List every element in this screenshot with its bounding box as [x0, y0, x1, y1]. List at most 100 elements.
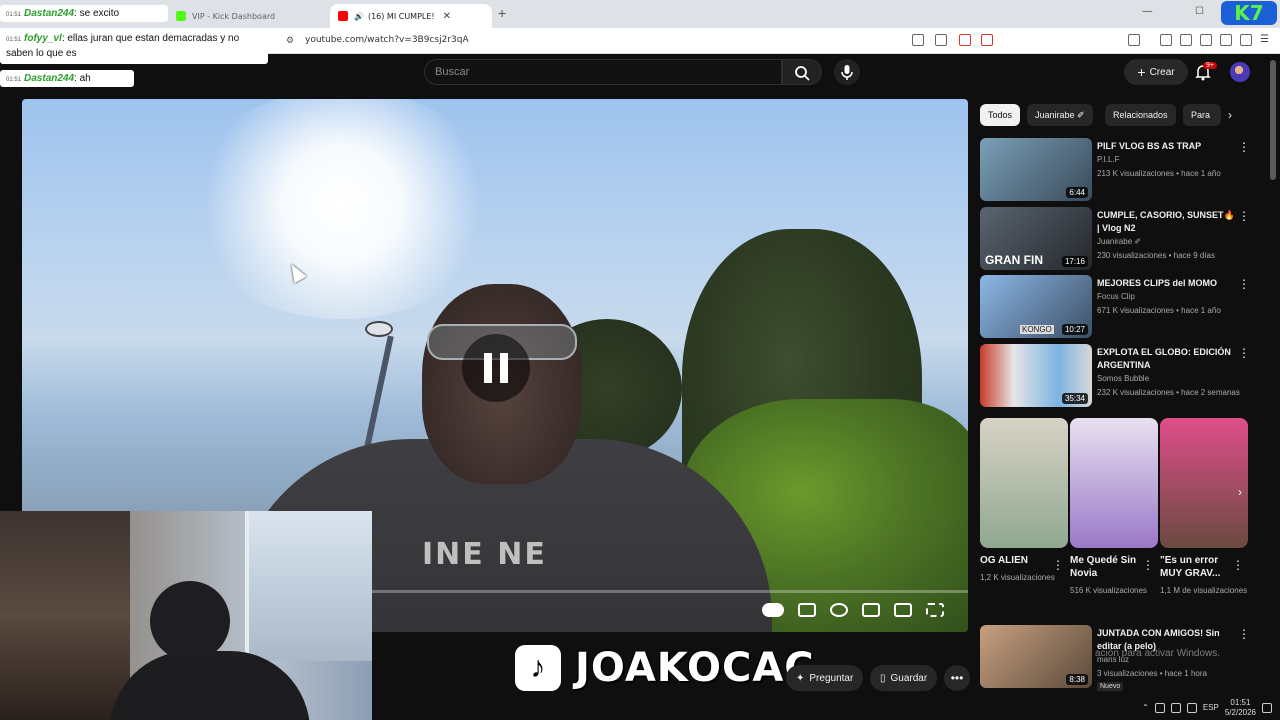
mic-tray-icon[interactable] [1170, 702, 1181, 713]
more-vert-icon[interactable]: ⋮ [1232, 558, 1244, 572]
short-thumbnail[interactable] [980, 418, 1068, 548]
notification-count-badge: 9+ [1203, 62, 1217, 69]
network-icon[interactable] [1154, 702, 1165, 713]
tiktok-icon: ♪ [515, 645, 561, 691]
player-controls [762, 603, 944, 623]
youtube-favicon-icon [338, 11, 348, 21]
bookmark-save-icon: ▯ [880, 672, 886, 684]
search-button[interactable] [782, 59, 822, 85]
more-vert-icon[interactable]: ⋮ [1052, 558, 1064, 572]
short-item[interactable]: Me Quedé Sin Novia 516 K visualizaciones… [1070, 418, 1158, 598]
browser-tab-bar: VIP - Kick Dashboard 🔊 (16) MI CUMPLE! ✕… [0, 0, 1280, 28]
kick-favicon-icon [176, 11, 186, 21]
chevron-up-icon[interactable]: ⌃ [1142, 703, 1149, 712]
search-icon [795, 66, 810, 81]
more-vert-icon[interactable]: ⋮ [1238, 346, 1250, 360]
streamer-head [150, 581, 230, 661]
pause-button[interactable] [462, 334, 530, 402]
notifications-icon[interactable] [1262, 702, 1272, 713]
chip-juanirabe[interactable]: Juanirabe ✐ [1027, 104, 1093, 126]
shirt-logo: INE NE [422, 537, 547, 572]
extensions-icon[interactable] [1200, 34, 1212, 46]
more-vert-icon[interactable]: ⋮ [1238, 277, 1250, 291]
shield-icon[interactable] [1240, 34, 1252, 46]
webcam-overlay [0, 511, 372, 720]
pause-icon [484, 353, 492, 383]
chat-message: 01:51 fofyy_vl: ellas juran que estan dem… [0, 29, 268, 64]
site-info-icon[interactable]: ⚙ [286, 35, 294, 46]
chip-para[interactable]: Para [1183, 104, 1221, 126]
menu-icon[interactable]: ☰ [1260, 34, 1272, 46]
mic-icon [841, 65, 853, 80]
music-icon[interactable] [1160, 34, 1172, 46]
more-vert-icon[interactable]: ⋮ [1142, 558, 1154, 572]
brand-name: JOAKOCAC [575, 645, 815, 691]
list-item[interactable]: GRAN FIN 17:16 CUMPLE, CASORIO, SUNSET🔥 … [980, 207, 1260, 273]
volume-icon[interactable] [1186, 702, 1197, 713]
video-thumbnail[interactable]: 35:34 [980, 344, 1092, 407]
reader-icon[interactable] [1180, 34, 1192, 46]
short-item[interactable]: "Es un error MUY GRAV... 1,1 M de visual… [1160, 418, 1248, 598]
sidebar-icon[interactable] [1128, 34, 1140, 46]
new-tab-button[interactable]: + [498, 5, 506, 21]
chip-relacionados[interactable]: Relacionados [1105, 104, 1176, 126]
autoplay-toggle[interactable] [762, 603, 784, 617]
url-text[interactable]: youtube.com/watch?v=3B9csj2r3qA [305, 35, 469, 45]
fullscreen-icon[interactable] [926, 603, 944, 617]
video-thumbnail[interactable]: KONGO 10:27 [980, 275, 1092, 338]
more-vert-icon[interactable]: ⋮ [1238, 209, 1250, 223]
kick-logo: K7 [1221, 1, 1277, 25]
more-vert-icon[interactable]: ⋮ [1238, 140, 1250, 154]
video-thumbnail[interactable]: 8:38 [980, 625, 1092, 688]
chat-message: 01:51 Dastan244: se excito [0, 5, 168, 22]
sparkle-icon: ✦ [796, 672, 805, 684]
streamer-brand: ♪ JOAKOCAC [515, 645, 815, 691]
cast-icon[interactable] [912, 34, 924, 46]
ask-button[interactable]: ✦ Preguntar [786, 665, 864, 691]
subtitles-icon[interactable] [798, 603, 816, 617]
more-actions-button[interactable]: ••• [944, 665, 970, 691]
chevron-right-icon[interactable]: › [1228, 108, 1232, 122]
more-vert-icon[interactable]: ⋮ [1238, 627, 1250, 641]
share-icon[interactable] [935, 34, 947, 46]
short-thumbnail[interactable] [1160, 418, 1248, 548]
close-tab-icon[interactable]: ✕ [443, 11, 451, 22]
avatar[interactable] [1230, 62, 1250, 82]
new-badge: Nuevo [1097, 682, 1124, 691]
tab-youtube-video[interactable]: 🔊 (16) MI CUMPLE! ✕ [330, 4, 492, 28]
windows-activation-watermark: ación para activar Windows. [1095, 648, 1221, 659]
miniplayer-icon[interactable] [862, 603, 880, 617]
window [245, 511, 372, 661]
bookmark-icon[interactable] [1220, 34, 1232, 46]
rewards-icon[interactable] [981, 34, 993, 46]
tab-kick-dashboard[interactable]: VIP - Kick Dashboard [168, 4, 328, 28]
chat-message: 01:51 Dastan244: ah [0, 70, 134, 87]
search-input[interactable]: Buscar [424, 59, 782, 85]
short-item[interactable]: OG ALIEN 1,2 K visualizaciones ⋮ [980, 418, 1068, 585]
bottle-shelf [0, 511, 130, 720]
create-button[interactable]: + Crear [1124, 59, 1188, 85]
cast-tv-icon[interactable] [894, 603, 912, 617]
audio-icon: 🔊 [354, 11, 364, 21]
chevron-right-icon[interactable]: › [1238, 485, 1254, 505]
voice-search-button[interactable] [834, 59, 860, 85]
save-button[interactable]: ▯ Guardar [870, 665, 938, 691]
short-thumbnail[interactable] [1070, 418, 1158, 548]
system-tray: ⌃ ESP 01:51 5/2/2026 [1090, 695, 1280, 720]
streamer-body [110, 651, 310, 720]
list-item[interactable]: KONGO 10:27 MEJORES CLIPS del MOMO Focus… [980, 275, 1260, 341]
plus-icon: + [1137, 64, 1146, 80]
window-controls[interactable]: — ☐ [1142, 6, 1224, 17]
chip-todos[interactable]: Todos [980, 104, 1021, 126]
settings-gear-icon[interactable] [830, 603, 848, 617]
scrollbar[interactable] [1270, 60, 1276, 180]
language-indicator[interactable]: ESP [1203, 703, 1219, 712]
list-item[interactable]: 6:44 PILF VLOG BS AS TRAP P.I.L.F 213 K … [980, 138, 1260, 204]
brave-shield-icon[interactable] [959, 34, 971, 46]
lamp-head [365, 321, 393, 337]
clock[interactable]: 01:51 5/2/2026 [1225, 698, 1256, 718]
video-thumbnail[interactable]: 6:44 [980, 138, 1092, 201]
video-thumbnail[interactable]: GRAN FIN 17:16 [980, 207, 1092, 270]
list-item[interactable]: 35:34 EXPLOTA EL GLOBO: EDICIÓN ARGENTIN… [980, 344, 1260, 410]
sun-glare [182, 99, 502, 319]
